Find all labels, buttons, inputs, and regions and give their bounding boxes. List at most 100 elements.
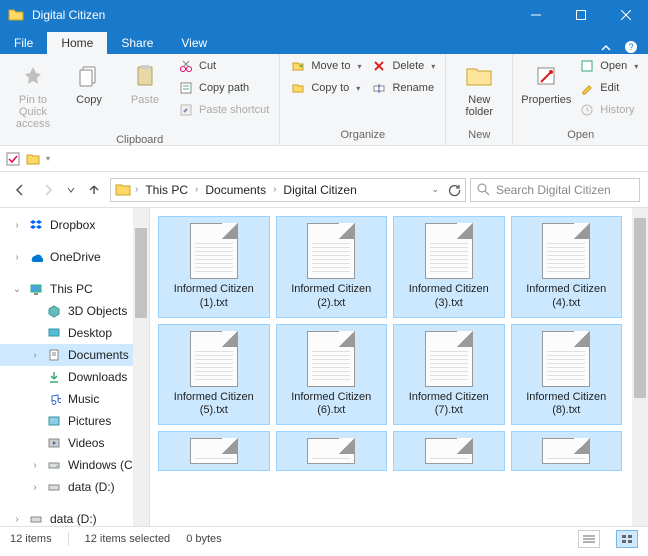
status-selected-count: 12 items selected xyxy=(85,533,171,545)
paste-icon xyxy=(129,60,161,92)
copy-path-button[interactable]: Copy path xyxy=(174,78,273,98)
file-item[interactable]: Informed Citizen (1).txt xyxy=(158,216,270,318)
copy-to-icon xyxy=(290,80,306,96)
minimize-button[interactable] xyxy=(513,0,558,30)
chevron-right-icon[interactable]: › xyxy=(133,184,140,195)
edit-button[interactable]: Edit xyxy=(575,78,642,98)
delete-icon xyxy=(371,58,387,74)
maximize-button[interactable] xyxy=(558,0,603,30)
text-file-icon xyxy=(190,223,238,279)
paste-button[interactable]: Paste xyxy=(118,56,172,110)
address-box[interactable]: › This PC › Documents › Digital Citizen … xyxy=(110,178,466,202)
properties-button[interactable]: Properties xyxy=(519,56,573,110)
content-scrollbar[interactable] xyxy=(632,208,648,526)
nav-up-button[interactable] xyxy=(82,178,106,202)
text-file-icon xyxy=(307,223,355,279)
file-item[interactable] xyxy=(511,431,623,471)
copy-to-button[interactable]: Copy to▾ xyxy=(286,78,365,98)
ribbon: Pin to Quick access Copy Paste Cut Copy … xyxy=(0,54,648,146)
paste-shortcut-icon xyxy=(178,102,194,118)
breadcrumb-this-pc[interactable]: This PC xyxy=(142,183,191,197)
pin-to-quick-access-button[interactable]: Pin to Quick access xyxy=(6,56,60,134)
sidebar-scrollbar[interactable] xyxy=(133,208,149,526)
text-file-icon xyxy=(190,331,238,387)
text-file-icon xyxy=(307,438,355,464)
tab-share[interactable]: Share xyxy=(107,32,167,54)
sidebar-item-documents[interactable]: ›Documents xyxy=(0,344,149,366)
rename-icon xyxy=(371,80,387,96)
breadcrumb-digital-citizen[interactable]: Digital Citizen xyxy=(280,183,359,197)
refresh-button[interactable] xyxy=(447,183,461,197)
text-file-icon xyxy=(307,331,355,387)
sidebar-item-data-d[interactable]: ›data (D:) xyxy=(0,476,149,498)
ribbon-group-clipboard: Pin to Quick access Copy Paste Cut Copy … xyxy=(0,54,280,145)
ribbon-collapse-button[interactable] xyxy=(600,42,624,54)
breadcrumb-documents[interactable]: Documents xyxy=(202,183,269,197)
open-icon xyxy=(579,58,595,74)
search-input[interactable] xyxy=(496,183,633,197)
sidebar-item-this-pc[interactable]: ⌄ This PC xyxy=(0,278,149,300)
tab-file[interactable]: File xyxy=(0,32,47,54)
drive-icon xyxy=(46,457,62,473)
move-to-button[interactable]: Move to▾ xyxy=(286,56,365,76)
open-button[interactable]: Open▾ xyxy=(575,56,642,76)
chevron-right-icon[interactable]: › xyxy=(271,184,278,195)
tab-home[interactable]: Home xyxy=(47,32,107,54)
text-file-icon xyxy=(190,438,238,464)
file-item[interactable] xyxy=(276,431,388,471)
nav-forward-button[interactable] xyxy=(36,178,60,202)
sidebar-item-3d-objects[interactable]: 3D Objects xyxy=(0,300,149,322)
file-list: Informed Citizen (1).txt Informed Citize… xyxy=(150,208,648,526)
sidebar-item-onedrive[interactable]: › OneDrive xyxy=(0,246,149,268)
ribbon-tabs: File Home Share View ? xyxy=(0,30,648,54)
window-title: Digital Citizen xyxy=(32,8,513,22)
file-item[interactable]: Informed Citizen (4).txt xyxy=(511,216,623,318)
sidebar-item-music[interactable]: Music xyxy=(0,388,149,410)
ribbon-group-organize: Move to▾ Copy to▾ Delete▾ Rename Organiz… xyxy=(280,54,446,145)
tab-view[interactable]: View xyxy=(167,32,221,54)
checkbox-icon[interactable] xyxy=(6,152,20,166)
this-pc-icon xyxy=(28,281,44,297)
close-button[interactable] xyxy=(603,0,648,30)
sidebar-item-data-d-2[interactable]: ›data (D:) xyxy=(0,508,149,526)
titlebar: Digital Citizen xyxy=(0,0,648,30)
cut-icon xyxy=(178,58,194,74)
file-item[interactable]: Informed Citizen (5).txt xyxy=(158,324,270,426)
sidebar-item-dropbox[interactable]: › Dropbox xyxy=(0,214,149,236)
folder-quick-icon[interactable] xyxy=(26,152,40,166)
file-item[interactable] xyxy=(393,431,505,471)
file-item[interactable]: Informed Citizen (3).txt xyxy=(393,216,505,318)
sidebar-item-videos[interactable]: Videos xyxy=(0,432,149,454)
file-item[interactable]: Informed Citizen (7).txt xyxy=(393,324,505,426)
sidebar-item-downloads[interactable]: Downloads xyxy=(0,366,149,388)
nav-recent-button[interactable] xyxy=(64,178,78,202)
file-item[interactable]: Informed Citizen (8).txt xyxy=(511,324,623,426)
delete-button[interactable]: Delete▾ xyxy=(367,56,439,76)
history-button[interactable]: History xyxy=(575,100,642,120)
sidebar-item-windows-c[interactable]: ›Windows (C:) xyxy=(0,454,149,476)
sidebar-item-desktop[interactable]: Desktop xyxy=(0,322,149,344)
address-folder-icon xyxy=(115,182,131,198)
cut-button[interactable]: Cut xyxy=(174,56,273,76)
help-button[interactable]: ? xyxy=(624,40,648,54)
nav-back-button[interactable] xyxy=(8,178,32,202)
text-file-icon xyxy=(542,438,590,464)
file-item[interactable]: Informed Citizen (2).txt xyxy=(276,216,388,318)
file-item[interactable]: Informed Citizen (6).txt xyxy=(276,324,388,426)
details-view-button[interactable] xyxy=(578,530,600,548)
address-dropdown-icon[interactable]: ⌄ xyxy=(431,184,439,195)
ribbon-group-open: Properties Open▾ Edit History Open xyxy=(513,54,648,145)
icons-view-button[interactable] xyxy=(616,530,638,548)
copy-button[interactable]: Copy xyxy=(62,56,116,110)
file-item[interactable] xyxy=(158,431,270,471)
paste-shortcut-button[interactable]: Paste shortcut xyxy=(174,100,273,120)
sidebar-item-pictures[interactable]: Pictures xyxy=(0,410,149,432)
chevron-right-icon[interactable]: › xyxy=(193,184,200,195)
rename-button[interactable]: Rename xyxy=(367,78,439,98)
new-folder-button[interactable]: New folder xyxy=(452,56,506,122)
quick-dropdown-icon[interactable]: ▾ xyxy=(46,154,50,163)
text-file-icon xyxy=(425,331,473,387)
pin-label: Pin to Quick access xyxy=(8,94,58,130)
search-box[interactable] xyxy=(470,178,640,202)
text-file-icon xyxy=(425,438,473,464)
